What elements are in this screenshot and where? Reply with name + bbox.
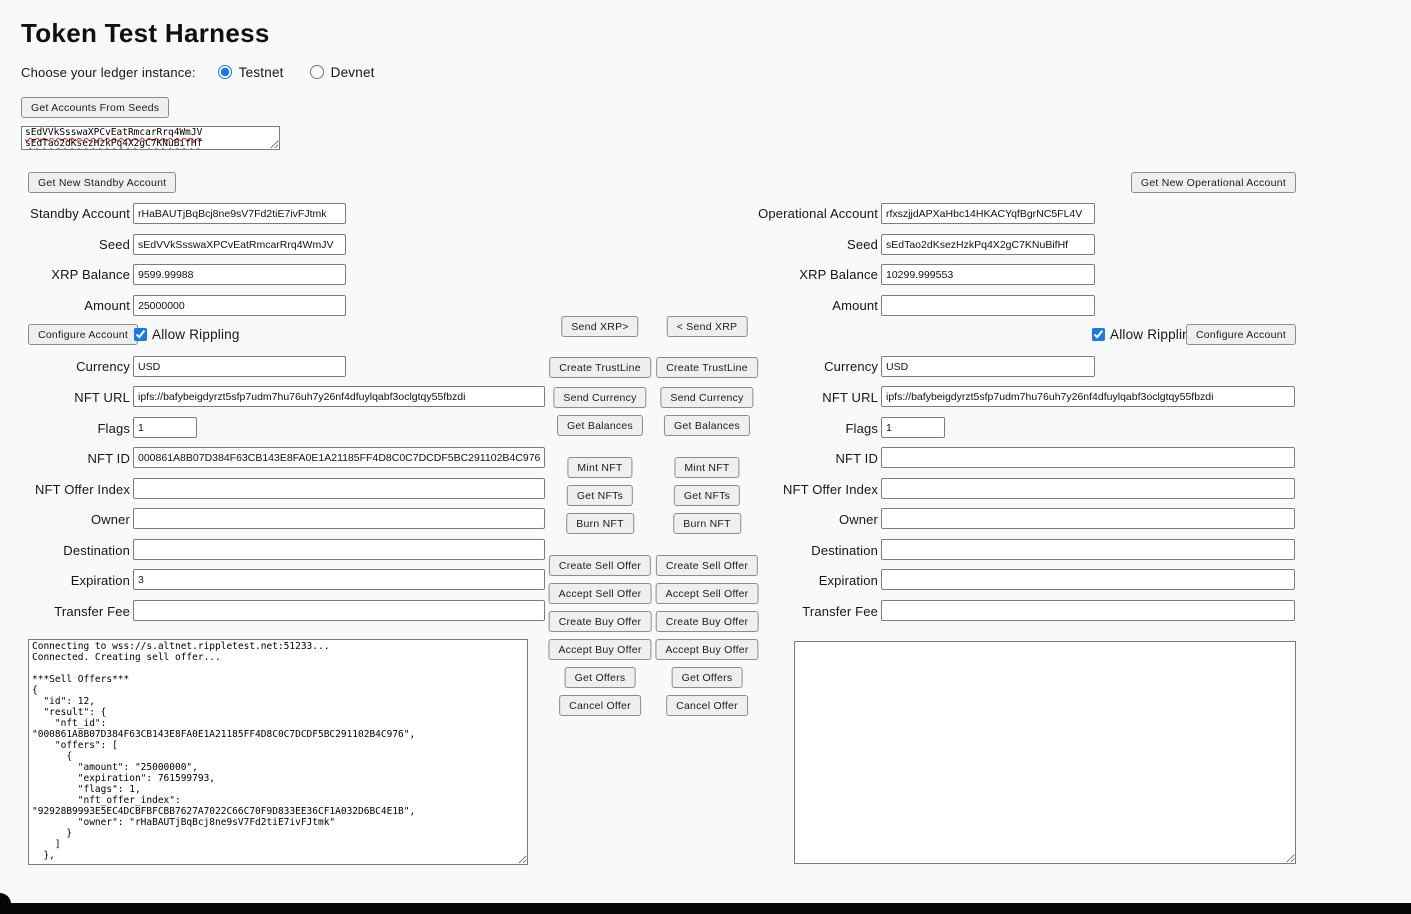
operational-owner-field[interactable] (881, 508, 1295, 529)
operational-send-currency-button[interactable]: Send Currency (660, 387, 753, 408)
standby-nft-url-label: NFT URL (0, 390, 130, 405)
operational-account-field[interactable] (881, 203, 1095, 224)
standby-nft-offer-index-field[interactable] (133, 478, 545, 499)
standby-flags-field[interactable] (133, 417, 197, 438)
get-new-standby-account-button[interactable]: Get New Standby Account (28, 172, 176, 193)
operational-seed-field[interactable] (881, 234, 1095, 255)
operational-get-balances-button[interactable]: Get Balances (664, 415, 750, 436)
standby-send-xrp-button[interactable]: Send XRP> (561, 316, 638, 337)
operational-allow-rippling-checkbox[interactable] (1092, 328, 1105, 341)
operational-get-offers-button[interactable]: Get Offers (672, 667, 743, 688)
operational-create-sell-offer-button[interactable]: Create Sell Offer (656, 555, 758, 576)
operational-destination-field[interactable] (881, 539, 1295, 560)
standby-mint-nft-button[interactable]: Mint NFT (567, 457, 632, 478)
standby-currency-label: Currency (0, 359, 130, 374)
operational-xrp-balance-field[interactable] (881, 264, 1095, 285)
bottom-bar (0, 903, 1411, 914)
devnet-radio-label[interactable]: Devnet (331, 65, 375, 80)
standby-owner-label: Owner (0, 512, 130, 527)
standby-owner-field[interactable] (133, 508, 545, 529)
standby-allow-rippling-label: Allow Rippling (152, 327, 240, 342)
operational-accept-sell-offer-button[interactable]: Accept Sell Offer (656, 583, 759, 604)
operational-create-buy-offer-button[interactable]: Create Buy Offer (656, 611, 759, 632)
operational-burn-nft-button[interactable]: Burn NFT (673, 513, 741, 534)
devnet-radio[interactable] (310, 65, 324, 79)
operational-seed-label: Seed (640, 237, 878, 252)
standby-account-field[interactable] (133, 203, 346, 224)
standby-get-offers-button[interactable]: Get Offers (565, 667, 636, 688)
testnet-radio[interactable] (218, 65, 232, 79)
operational-xrp-balance-label: XRP Balance (640, 267, 878, 282)
standby-flags-label: Flags (0, 421, 130, 436)
testnet-radio-label[interactable]: Testnet (239, 65, 284, 80)
standby-destination-field[interactable] (133, 539, 545, 560)
standby-configure-account-button[interactable]: Configure Account (28, 324, 138, 345)
operational-transfer-fee-field[interactable] (881, 600, 1295, 621)
operational-nft-id-field[interactable] (881, 447, 1295, 468)
operational-nft-offer-index-field[interactable] (881, 478, 1295, 499)
ledger-chooser: Choose your ledger instance: Testnet Dev… (21, 62, 375, 82)
operational-create-trustline-button[interactable]: Create TrustLine (656, 357, 758, 378)
standby-expiration-field[interactable] (133, 569, 545, 590)
operational-send-xrp-button[interactable]: < Send XRP (667, 316, 748, 337)
standby-seed-field[interactable] (133, 234, 346, 255)
standby-create-trustline-button[interactable]: Create TrustLine (549, 357, 651, 378)
operational-nft-url-field[interactable] (881, 386, 1295, 407)
operational-mint-nft-button[interactable]: Mint NFT (674, 457, 739, 478)
standby-transfer-fee-label: Transfer Fee (0, 604, 130, 619)
operational-get-nfts-button[interactable]: Get NFTs (674, 485, 740, 506)
standby-create-sell-offer-button[interactable]: Create Sell Offer (549, 555, 651, 576)
standby-nft-id-label: NFT ID (0, 451, 130, 466)
standby-transfer-fee-field[interactable] (133, 600, 545, 621)
operational-flags-field[interactable] (881, 417, 945, 438)
standby-get-nfts-button[interactable]: Get NFTs (567, 485, 633, 506)
standby-cancel-offer-button[interactable]: Cancel Offer (559, 695, 641, 716)
standby-amount-field[interactable] (133, 295, 346, 316)
seeds-textarea[interactable]: sEdVVkSsswaXPCvEatRmcarRrq4WmJV sEdTao2d… (21, 126, 280, 150)
standby-account-label: Standby Account (0, 206, 130, 221)
operational-allow-rippling-label: Allow Rippling (1110, 327, 1198, 342)
standby-create-buy-offer-button[interactable]: Create Buy Offer (549, 611, 652, 632)
standby-nft-url-field[interactable] (133, 386, 545, 407)
operational-results-textarea[interactable] (794, 641, 1296, 864)
operational-configure-account-button[interactable]: Configure Account (1186, 324, 1296, 345)
operational-cancel-offer-button[interactable]: Cancel Offer (666, 695, 748, 716)
standby-seed-label: Seed (0, 237, 130, 252)
standby-accept-sell-offer-button[interactable]: Accept Sell Offer (549, 583, 652, 604)
page-title: Token Test Harness (21, 18, 270, 49)
standby-destination-label: Destination (0, 543, 130, 558)
standby-nft-id-field[interactable] (133, 447, 545, 468)
operational-expiration-field[interactable] (881, 569, 1295, 590)
standby-nft-offer-index-label: NFT Offer Index (0, 482, 130, 497)
standby-send-currency-button[interactable]: Send Currency (553, 387, 646, 408)
standby-results-textarea[interactable]: Connecting to wss://s.altnet.rippletest.… (28, 639, 528, 865)
operational-currency-field[interactable] (881, 356, 1095, 377)
standby-amount-label: Amount (0, 298, 130, 313)
operational-amount-field[interactable] (881, 295, 1095, 316)
standby-expiration-label: Expiration (0, 573, 130, 588)
get-new-operational-account-button[interactable]: Get New Operational Account (1131, 172, 1296, 193)
standby-allow-rippling-checkbox[interactable] (134, 328, 147, 341)
operational-account-label: Operational Account (640, 206, 878, 221)
standby-get-balances-button[interactable]: Get Balances (557, 415, 643, 436)
get-accounts-from-seeds-button[interactable]: Get Accounts From Seeds (21, 97, 169, 118)
standby-accept-buy-offer-button[interactable]: Accept Buy Offer (548, 639, 651, 660)
operational-accept-buy-offer-button[interactable]: Accept Buy Offer (655, 639, 758, 660)
operational-amount-label: Amount (640, 298, 878, 313)
ledger-label: Choose your ledger instance: (21, 65, 196, 80)
standby-burn-nft-button[interactable]: Burn NFT (566, 513, 634, 534)
standby-xrp-balance-label: XRP Balance (0, 267, 130, 282)
standby-currency-field[interactable] (133, 356, 346, 377)
standby-xrp-balance-field[interactable] (133, 264, 346, 285)
